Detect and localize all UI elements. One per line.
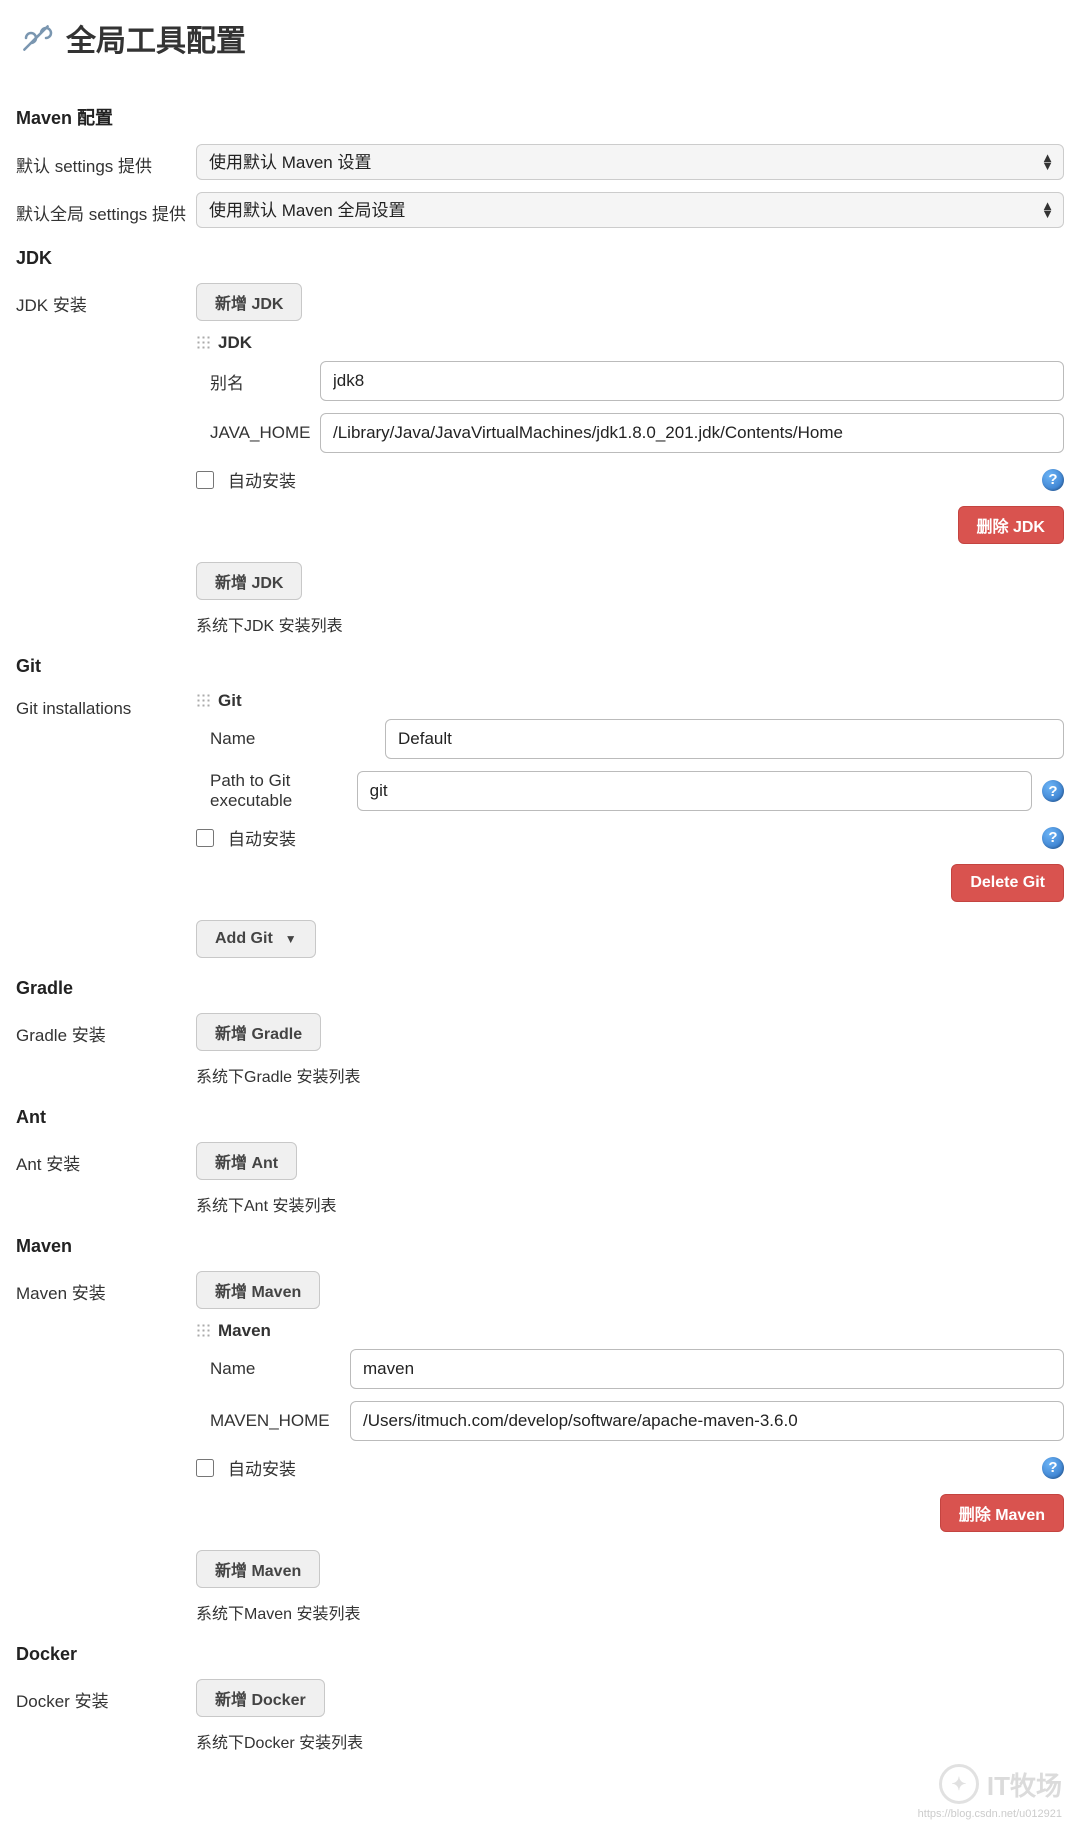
maven-auto-install-checkbox[interactable] xyxy=(196,1459,214,1477)
drag-handle-icon[interactable] xyxy=(196,1323,212,1339)
maven-global-settings-label: 默认全局 settings 提供 xyxy=(16,192,196,225)
add-jdk-button-2[interactable]: 新增 JDK xyxy=(196,562,302,600)
maven-config-heading: Maven 配置 xyxy=(16,104,1064,130)
git-install-label: Git installations xyxy=(16,691,196,719)
maven-home-label: MAVEN_HOME xyxy=(210,1411,350,1431)
help-icon[interactable]: ? xyxy=(1042,469,1064,491)
gradle-install-label: Gradle 安装 xyxy=(16,1013,196,1046)
docker-install-label: Docker 安装 xyxy=(16,1679,196,1712)
delete-maven-button[interactable]: 删除 Maven xyxy=(940,1494,1064,1532)
jdk-alias-input[interactable] xyxy=(320,361,1064,401)
add-git-button[interactable]: Add Git ▼ xyxy=(196,920,316,958)
add-gradle-button[interactable]: 新增 Gradle xyxy=(196,1013,321,1051)
add-docker-button[interactable]: 新增 Docker xyxy=(196,1679,325,1717)
gradle-heading: Gradle xyxy=(16,978,1064,999)
maven-global-settings-select[interactable]: 使用默认 Maven 全局设置 xyxy=(196,192,1064,228)
page-header: 全局工具配置 xyxy=(16,0,1064,84)
caret-down-icon: ▼ xyxy=(285,932,297,946)
jdk-home-label: JAVA_HOME xyxy=(210,423,320,443)
maven-default-settings-label: 默认 settings 提供 xyxy=(16,144,196,177)
maven-home-input[interactable] xyxy=(350,1401,1064,1441)
delete-jdk-button[interactable]: 删除 JDK xyxy=(958,506,1064,544)
watermark: ✦ IT牧场 xyxy=(939,1764,1062,1804)
git-name-input[interactable] xyxy=(385,719,1064,759)
wechat-icon: ✦ xyxy=(939,1764,979,1804)
add-maven-button-2[interactable]: 新增 Maven xyxy=(196,1550,320,1588)
git-subtitle: Git xyxy=(196,691,1064,711)
jdk-home-input[interactable] xyxy=(320,413,1064,453)
git-heading: Git xyxy=(16,656,1064,677)
add-maven-button[interactable]: 新增 Maven xyxy=(196,1271,320,1309)
maven-list-desc: 系统下Maven 安装列表 xyxy=(196,1600,1064,1624)
gradle-list-desc: 系统下Gradle 安装列表 xyxy=(196,1063,1064,1087)
git-path-input[interactable] xyxy=(357,771,1032,811)
help-icon[interactable]: ? xyxy=(1042,1457,1064,1479)
jdk-alias-label: 别名 xyxy=(210,369,320,394)
ant-install-label: Ant 安装 xyxy=(16,1142,196,1175)
add-ant-button[interactable]: 新增 Ant xyxy=(196,1142,297,1180)
maven-name-label: Name xyxy=(210,1359,350,1379)
ant-heading: Ant xyxy=(16,1107,1064,1128)
git-name-label: Name xyxy=(210,729,385,749)
drag-handle-icon[interactable] xyxy=(196,693,212,709)
maven-name-input[interactable] xyxy=(350,1349,1064,1389)
delete-git-button[interactable]: Delete Git xyxy=(951,864,1064,902)
docker-list-desc: 系统下Docker 安装列表 xyxy=(196,1729,1064,1753)
tools-icon xyxy=(16,18,56,58)
jdk-list-desc: 系统下JDK 安装列表 xyxy=(196,612,1064,636)
jdk-heading: JDK xyxy=(16,248,1064,269)
jdk-auto-install-label: 自动安装 xyxy=(228,467,1032,492)
git-auto-install-checkbox[interactable] xyxy=(196,829,214,847)
git-auto-install-label: 自动安装 xyxy=(228,825,1032,850)
jdk-install-label: JDK 安装 xyxy=(16,283,196,316)
drag-handle-icon[interactable] xyxy=(196,335,212,351)
watermark-url: https://blog.csdn.net/u012921 xyxy=(918,1808,1062,1820)
maven-subtitle: Maven xyxy=(196,1321,1064,1341)
jdk-auto-install-checkbox[interactable] xyxy=(196,471,214,489)
help-icon[interactable]: ? xyxy=(1042,780,1064,802)
jdk-subtitle: JDK xyxy=(196,333,1064,353)
add-jdk-button[interactable]: 新增 JDK xyxy=(196,283,302,321)
help-icon[interactable]: ? xyxy=(1042,827,1064,849)
maven-default-settings-select[interactable]: 使用默认 Maven 设置 xyxy=(196,144,1064,180)
page-title: 全局工具配置 xyxy=(66,16,246,60)
maven-install-label: Maven 安装 xyxy=(16,1271,196,1304)
maven-heading: Maven xyxy=(16,1236,1064,1257)
maven-auto-install-label: 自动安装 xyxy=(228,1455,1032,1480)
ant-list-desc: 系统下Ant 安装列表 xyxy=(196,1192,1064,1216)
git-path-label: Path to Git executable xyxy=(210,771,357,811)
docker-heading: Docker xyxy=(16,1644,1064,1665)
